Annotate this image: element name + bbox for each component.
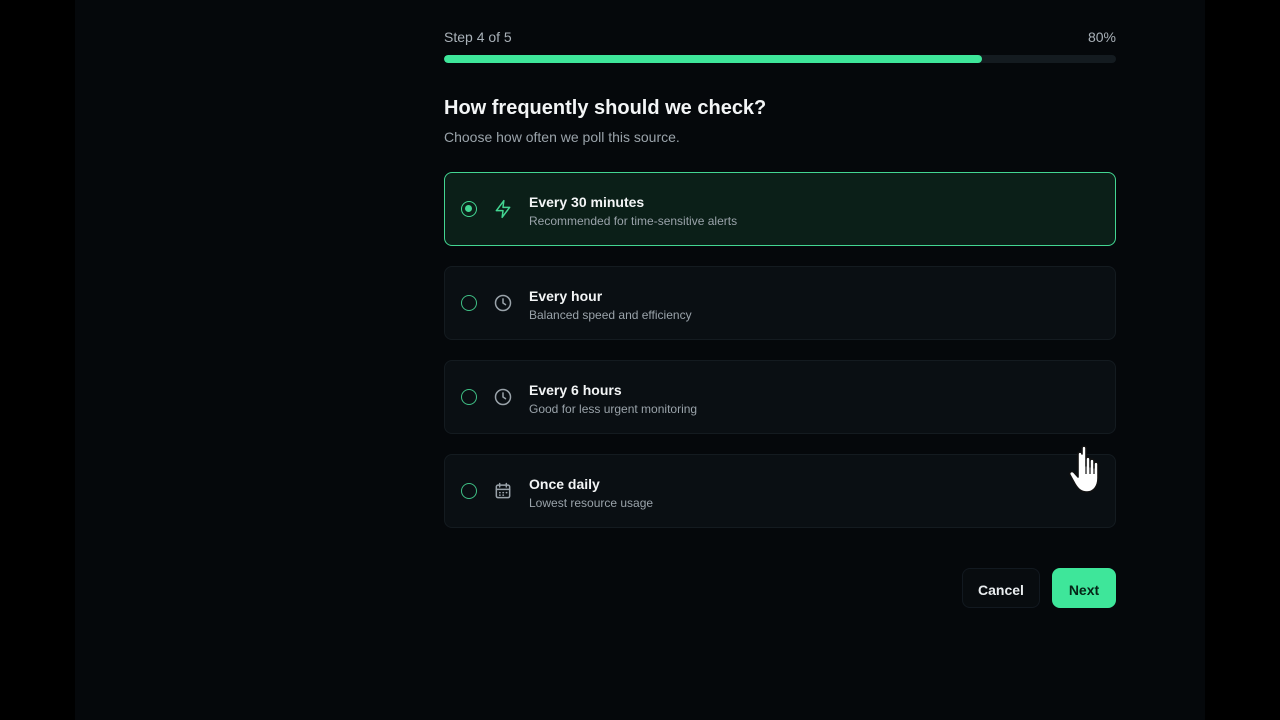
hand-cursor-icon [1068,444,1108,496]
option-once-daily[interactable]: Once daily Lowest resource usage [444,454,1116,528]
radio-button[interactable] [461,389,477,405]
option-label: Every hour [529,288,603,304]
option-every-hour[interactable]: Every hour Balanced speed and efficiency [444,266,1116,340]
progress-bar [444,55,1116,63]
page-title: How frequently should we check? [444,97,767,119]
option-label: Every 6 hours [529,382,622,398]
next-button[interactable]: Next [1052,568,1116,608]
option-description: Good for less urgent monitoring [529,402,698,416]
option-every-6-hours[interactable]: Every 6 hours Good for less urgent monit… [444,360,1116,434]
option-every-30-minutes[interactable]: Every 30 minutes Recommended for time-se… [444,172,1116,246]
radio-button[interactable] [461,295,477,311]
option-label: Once daily [529,476,600,492]
option-description: Lowest resource usage [529,496,654,510]
progress-bar-fill [444,55,982,63]
step-indicator: Step 4 of 5 [444,29,512,45]
calendar-icon [493,481,513,501]
progress-percent: 80% [1087,29,1116,45]
clock-icon [493,293,513,313]
frequency-options: Every 30 minutes Recommended for time-se… [444,172,1116,548]
page-subtitle: Choose how often we poll this source. [444,129,680,145]
radio-button[interactable] [461,201,477,217]
option-label: Every 30 minutes [529,194,645,210]
progress-header: Step 4 of 5 80% [444,29,1116,47]
radio-button[interactable] [461,483,477,499]
cancel-button[interactable]: Cancel [962,568,1040,608]
clock-icon [493,387,513,407]
option-description: Balanced speed and efficiency [529,308,692,322]
lightning-icon [493,199,513,219]
option-description: Recommended for time-sensitive alerts [529,214,738,228]
